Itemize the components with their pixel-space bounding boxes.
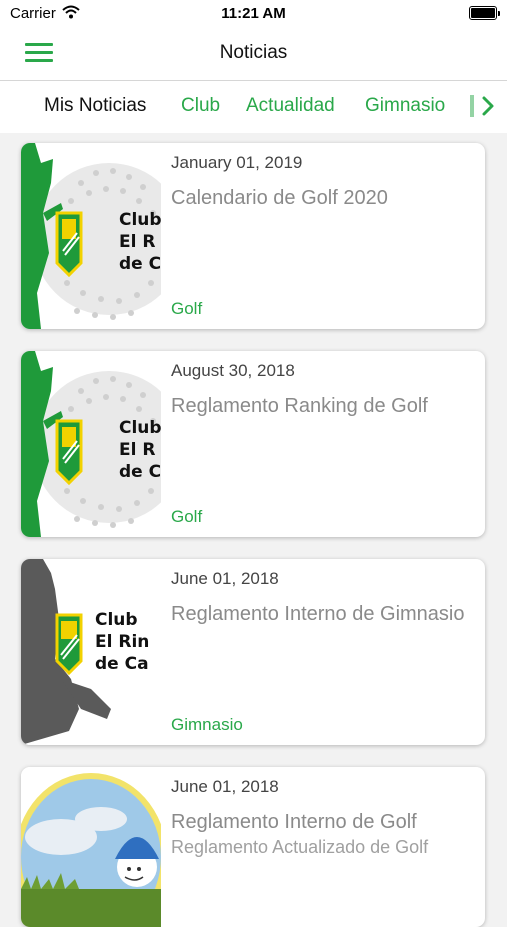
navigation-bar: Noticias [0,28,507,81]
logo-text-line3: de C [119,254,161,274]
logo-text-line3: de Ca [95,654,149,674]
tabs-next-button[interactable] [474,89,507,125]
news-title: Calendario de Golf 2020 [171,187,388,209]
tab-mis-noticias[interactable]: Mis Noticias [44,95,146,117]
news-title: Reglamento Ranking de Golf [171,395,428,417]
news-category: Golf [171,299,203,318]
news-thumbnail-gym: Club El Rin de Ca [21,559,161,745]
news-title: Reglamento Interno de Gimnasio [171,603,465,625]
status-bar: Carrier 11:21 AM [0,0,507,28]
news-date: June 01, 2018 [171,569,279,588]
news-thumbnail-golf: Club El R de C [21,351,161,537]
news-subtitle: Reglamento Actualizado de Golf [171,837,429,857]
news-title: Reglamento Interno de Golf [171,811,417,833]
logo-text-line3: de C [119,462,161,482]
news-card[interactable]: Club El Rin de Ca June 01, 2018 Reglamen… [21,559,485,745]
logo-text-club: Club [119,210,161,230]
news-date: August 30, 2018 [171,361,295,380]
logo-text-line2: El R [119,232,155,252]
news-thumbnail-golf: Club El R de C [21,143,161,329]
tab-gimnasio[interactable]: Gimnasio [365,95,445,117]
news-date: June 01, 2018 [171,777,279,796]
logo-text-club: Club [95,610,138,630]
page-title: Noticias [219,42,288,63]
news-category: Golf [171,507,203,526]
news-date: January 01, 2019 [171,153,303,172]
logo-text-line2: El Rin [95,632,149,652]
news-category: Gimnasio [171,715,243,734]
news-thumbnail-golf-ball [21,767,161,927]
tab-club[interactable]: Club [181,95,220,117]
news-card[interactable]: June 01, 2018 Reglamento Interno de Golf… [21,767,485,927]
news-card[interactable]: Club El R de C August 30, 2018 Reglament… [21,351,485,537]
logo-text-line2: El R [119,440,155,460]
status-time: 11:21 AM [221,5,286,22]
battery-icon [469,6,500,20]
category-tabs: Mis Noticias Club Actualidad Gimnasio [0,81,507,133]
tab-actualidad[interactable]: Actualidad [246,95,335,117]
logo-text-club: Club [119,418,161,438]
news-card[interactable]: Club El R de C January 01, 2019 Calendar… [21,143,485,329]
